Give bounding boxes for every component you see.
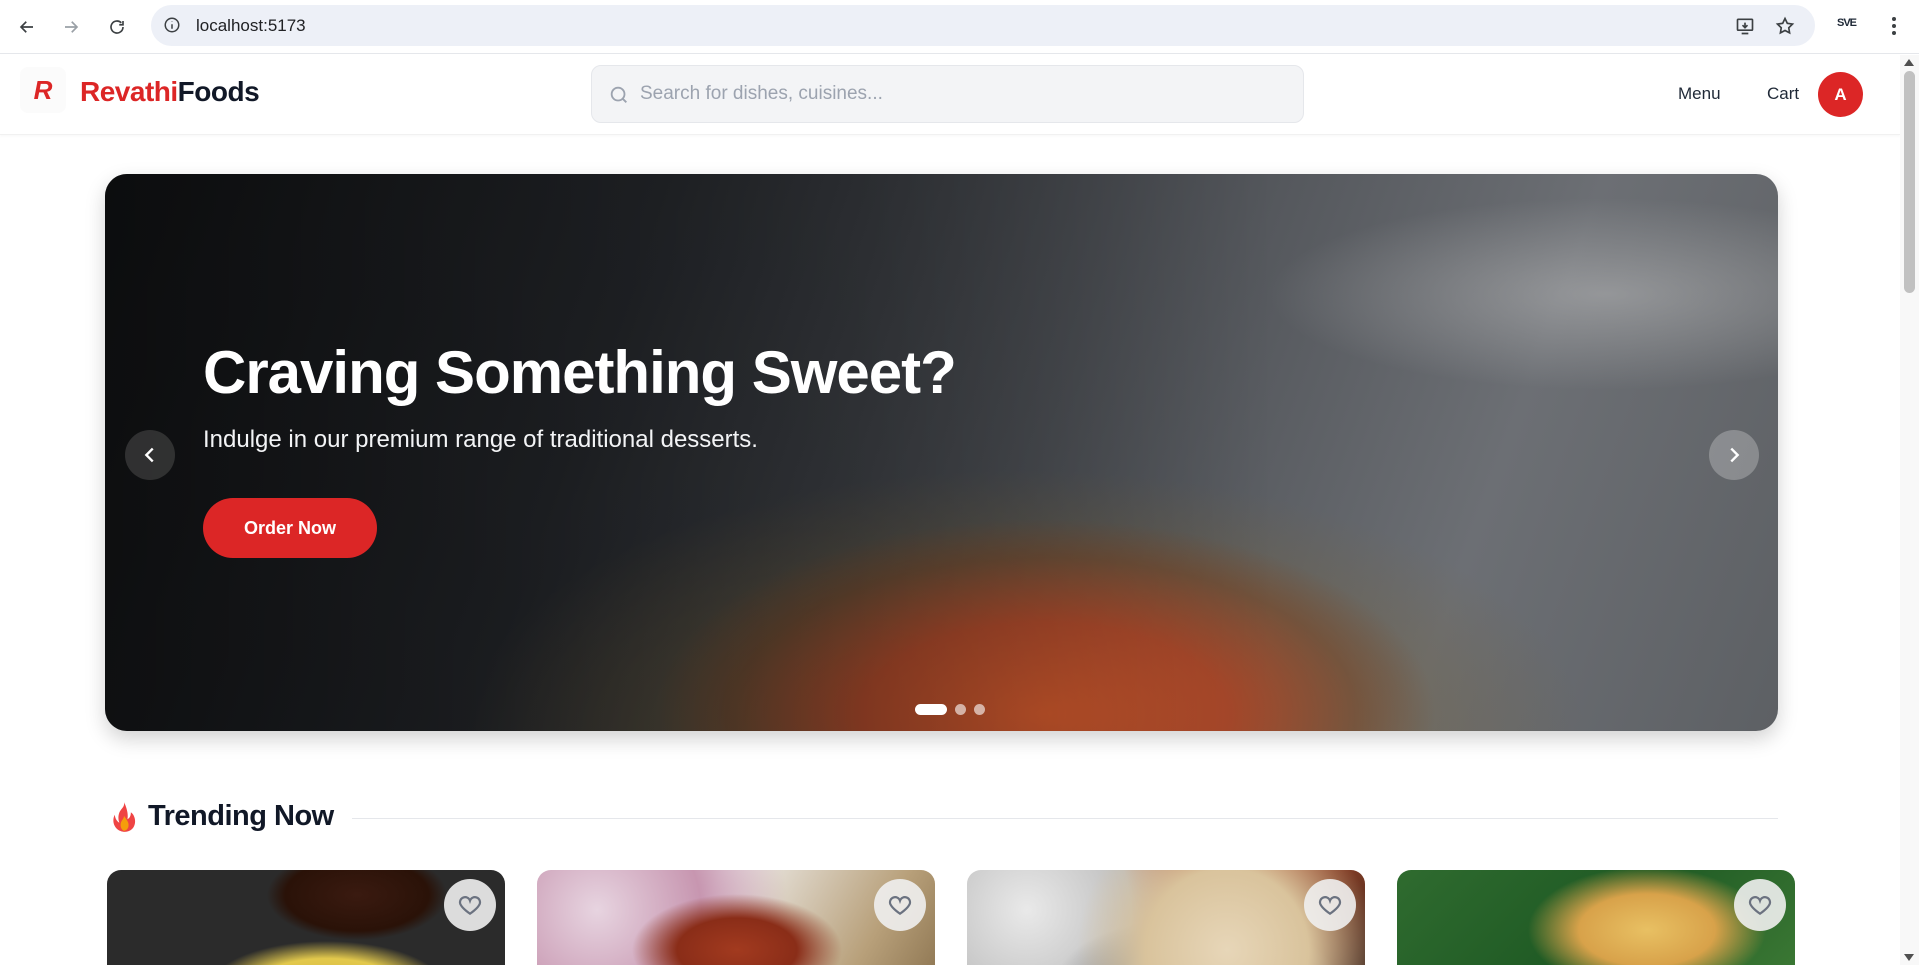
order-now-button[interactable]: Order Now	[203, 498, 377, 558]
food-card[interactable]	[537, 870, 935, 965]
heart-icon	[458, 896, 482, 915]
avatar[interactable]: A	[1818, 72, 1863, 117]
extension-icon[interactable]: SVE	[1837, 17, 1857, 29]
carousel-dot-3[interactable]	[974, 704, 985, 715]
heart-icon	[888, 896, 912, 915]
nav-menu-link[interactable]: Menu	[1678, 84, 1721, 104]
scroll-up-icon[interactable]	[1904, 59, 1914, 66]
carousel-prev-button[interactable]	[125, 430, 175, 480]
page-scrollbar[interactable]	[1900, 55, 1919, 965]
flame-icon	[113, 801, 136, 832]
food-card[interactable]	[967, 870, 1365, 965]
search-icon	[610, 86, 627, 103]
heart-icon	[1748, 896, 1772, 915]
carousel-next-button[interactable]	[1709, 430, 1759, 480]
heart-icon	[1318, 896, 1342, 915]
brand-name[interactable]: RevathiFoods	[80, 76, 260, 108]
favorite-button[interactable]	[1734, 879, 1786, 931]
search-input[interactable]	[640, 74, 1280, 114]
scrollbar-thumb[interactable]	[1904, 71, 1915, 293]
hero-title: Craving Something Sweet?	[203, 339, 957, 406]
food-card[interactable]	[1397, 870, 1795, 965]
hero-subtitle: Indulge in our premium range of traditio…	[203, 426, 758, 453]
logo-icon[interactable]: R	[20, 67, 66, 113]
carousel-dots	[915, 704, 985, 715]
chevron-left-icon	[144, 447, 154, 463]
bookmark-star-icon[interactable]	[1775, 16, 1795, 36]
favorite-button[interactable]	[1304, 879, 1356, 931]
scroll-down-icon[interactable]	[1904, 954, 1914, 961]
site-info-icon[interactable]	[163, 16, 181, 34]
section-divider	[352, 818, 1778, 819]
site-header: R RevathiFoods Menu Cart A	[0, 55, 1900, 135]
brand-part-2: Foods	[177, 76, 260, 107]
hero-carousel: Craving Something Sweet? Indulge in our …	[105, 174, 1778, 731]
chevron-right-icon	[1730, 447, 1740, 463]
page: R RevathiFoods Menu Cart A Craving Somet…	[0, 55, 1900, 965]
address-bar[interactable]: localhost:5173	[151, 5, 1815, 46]
favorite-button[interactable]	[874, 879, 926, 931]
food-card[interactable]	[107, 870, 505, 965]
trending-header: Trending Now	[110, 800, 334, 833]
favorite-button[interactable]	[444, 879, 496, 931]
browser-toolbar: localhost:5173 SVE	[0, 0, 1919, 54]
search-bar	[591, 65, 1304, 123]
section-title: Trending Now	[148, 800, 334, 832]
back-icon[interactable]	[11, 11, 43, 43]
carousel-dot-2[interactable]	[955, 704, 966, 715]
brand-part-1: Revathi	[80, 76, 178, 107]
browser-menu-icon[interactable]	[1882, 13, 1906, 39]
carousel-dot-1[interactable]	[915, 704, 947, 715]
url-text: localhost:5173	[196, 16, 306, 35]
forward-icon[interactable]	[55, 11, 87, 43]
install-app-icon[interactable]	[1735, 16, 1755, 36]
reload-icon[interactable]	[101, 11, 133, 43]
nav-cart-link[interactable]: Cart	[1767, 84, 1799, 104]
